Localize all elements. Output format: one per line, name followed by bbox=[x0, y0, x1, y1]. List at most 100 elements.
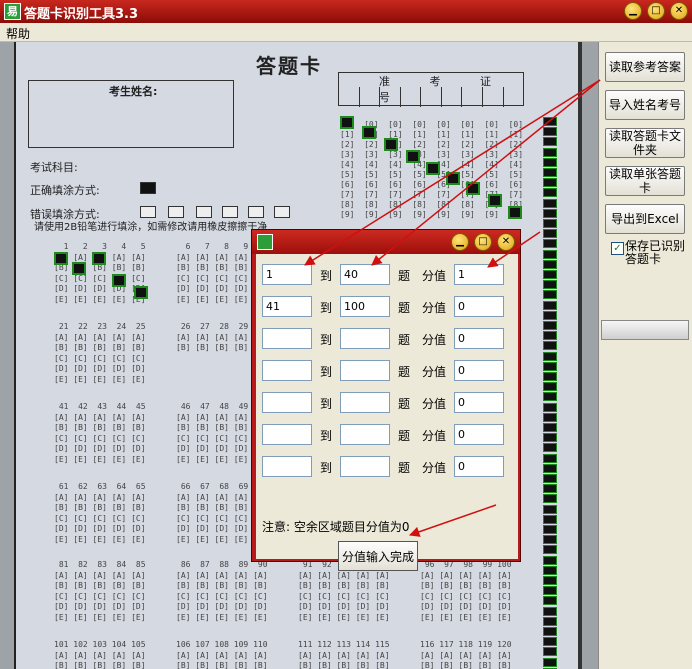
timing-mark bbox=[543, 484, 557, 494]
filled-bubble bbox=[112, 274, 126, 287]
question-label: 题 bbox=[398, 301, 411, 315]
timing-mark bbox=[543, 423, 557, 432]
score-label: 分值 bbox=[422, 461, 447, 475]
app-logo-icon: 易 bbox=[4, 3, 21, 20]
score-input[interactable] bbox=[454, 392, 504, 413]
timing-mark bbox=[543, 249, 557, 259]
timing-mark bbox=[543, 178, 557, 188]
dialog-close-button[interactable]: ✕ bbox=[497, 233, 515, 251]
save-recognized-checkbox[interactable]: ✓ bbox=[611, 242, 624, 255]
wrong-fill-sample bbox=[168, 206, 184, 218]
range-from-input[interactable] bbox=[262, 328, 312, 349]
progress-bar bbox=[601, 320, 689, 340]
timing-mark bbox=[543, 137, 557, 147]
question-label: 题 bbox=[398, 461, 411, 475]
timing-mark bbox=[543, 616, 557, 626]
question-block: 81 82 83 84 85 [A] [A] [A] [A] [A] [B] [… bbox=[54, 560, 146, 622]
range-to-input[interactable] bbox=[340, 392, 390, 413]
dialog-minimize-button[interactable]: ▁ bbox=[451, 233, 469, 251]
dialog-maximize-button[interactable]: □ bbox=[474, 233, 492, 251]
to-label: 到 bbox=[320, 269, 333, 283]
dialog-titlebar: ▁ □ ✕ bbox=[252, 230, 520, 254]
import-name-id-button[interactable]: 导入姓名考号 bbox=[605, 90, 685, 120]
range-from-input[interactable] bbox=[262, 264, 312, 285]
timing-mark bbox=[543, 351, 557, 361]
timing-mark bbox=[543, 637, 557, 647]
timing-mark bbox=[543, 157, 557, 167]
timing-mark bbox=[543, 555, 557, 565]
score-done-button[interactable]: 分值输入完成 bbox=[338, 541, 418, 571]
question-block: 41 42 43 44 45 [A] [A] [A] [A] [A] [B] [… bbox=[54, 402, 146, 464]
timing-mark bbox=[543, 300, 557, 310]
filled-bubble bbox=[508, 206, 522, 219]
score-range-row: 到 题分值 bbox=[262, 360, 512, 382]
range-from-input[interactable] bbox=[262, 360, 312, 381]
to-label: 到 bbox=[320, 333, 333, 347]
maximize-button[interactable]: □ bbox=[647, 2, 665, 20]
timing-mark bbox=[543, 392, 557, 402]
timing-mark bbox=[543, 188, 557, 198]
question-block: 106 107 108 109 110 [A] [A] [A] [A] [A] … bbox=[176, 640, 268, 669]
timing-mark bbox=[543, 647, 557, 657]
dialog-body: 到题分值到题分值到题分值到题分值到题分值到题分值到题分值 注意: 空余区域题目分… bbox=[256, 254, 518, 571]
wrong-fill-sample bbox=[274, 206, 290, 218]
question-block: 101 102 103 104 105 [A] [A] [A] [A] [A] … bbox=[54, 640, 146, 669]
score-input[interactable] bbox=[454, 456, 504, 477]
filled-bubble bbox=[134, 286, 148, 299]
range-to-input[interactable] bbox=[340, 328, 390, 349]
app-logo-icon bbox=[257, 234, 273, 250]
filled-bubble bbox=[54, 252, 68, 265]
timing-mark bbox=[543, 270, 557, 279]
close-button[interactable]: ✕ bbox=[670, 2, 688, 20]
menu-help[interactable]: 帮助 bbox=[6, 25, 30, 42]
timing-mark bbox=[543, 198, 557, 208]
read-folder-button[interactable]: 读取答题卡文件夹 bbox=[605, 128, 685, 158]
question-block: 86 87 88 89 90 [A] [A] [A] [A] [A] [B] [… bbox=[176, 560, 268, 622]
range-from-input[interactable] bbox=[262, 424, 312, 445]
minimize-button[interactable]: ▁ bbox=[624, 2, 642, 20]
score-input[interactable] bbox=[454, 296, 504, 317]
score-range-row: 到 题分值 bbox=[262, 328, 512, 350]
filled-bubble bbox=[488, 194, 502, 207]
range-to-input[interactable] bbox=[340, 264, 390, 285]
score-input[interactable] bbox=[454, 424, 504, 445]
ticket-number-box: 准 考 证 号 bbox=[338, 72, 524, 107]
read-single-sheet-button[interactable]: 读取单张答题卡 bbox=[605, 166, 685, 196]
question-block: 96 97 98 99 100 [A] [A] [A] [A] [A] [B] … bbox=[420, 560, 512, 622]
range-from-input[interactable] bbox=[262, 392, 312, 413]
timing-mark bbox=[543, 117, 557, 126]
filled-bubble bbox=[92, 252, 106, 265]
filled-bubble bbox=[340, 116, 354, 129]
to-label: 到 bbox=[320, 301, 333, 315]
timing-mark bbox=[543, 147, 557, 157]
question-label: 题 bbox=[398, 397, 411, 411]
score-input[interactable] bbox=[454, 264, 504, 285]
filled-bubble bbox=[446, 172, 460, 185]
range-to-input[interactable] bbox=[340, 296, 390, 317]
to-label: 到 bbox=[320, 365, 333, 379]
wrong-fill-sample bbox=[248, 206, 264, 218]
filled-bubble bbox=[426, 162, 440, 175]
score-label: 分值 bbox=[422, 397, 447, 411]
score-input[interactable] bbox=[454, 328, 504, 349]
timing-mark bbox=[543, 127, 557, 137]
score-input[interactable] bbox=[454, 360, 504, 381]
question-label: 题 bbox=[398, 269, 411, 283]
timing-mark bbox=[543, 412, 557, 422]
export-excel-button[interactable]: 导出到Excel bbox=[605, 204, 685, 234]
range-from-input[interactable] bbox=[262, 456, 312, 477]
to-label: 到 bbox=[320, 461, 333, 475]
timing-mark bbox=[543, 331, 557, 341]
name-label: 考生姓名: bbox=[109, 85, 158, 98]
range-to-input[interactable] bbox=[340, 456, 390, 477]
timing-mark bbox=[543, 321, 557, 330]
range-to-input[interactable] bbox=[340, 360, 390, 381]
timing-mark bbox=[543, 219, 557, 228]
range-to-input[interactable] bbox=[340, 424, 390, 445]
filled-bubble bbox=[362, 126, 376, 139]
question-block: 1 2 3 4 5 [A] [A] [A] [A] [A] [B] [B] [B… bbox=[54, 242, 146, 304]
timing-mark bbox=[543, 565, 557, 575]
score-range-row: 到 题分值 bbox=[262, 264, 512, 286]
read-reference-answer-button[interactable]: 读取参考答案 bbox=[605, 52, 685, 82]
range-from-input[interactable] bbox=[262, 296, 312, 317]
